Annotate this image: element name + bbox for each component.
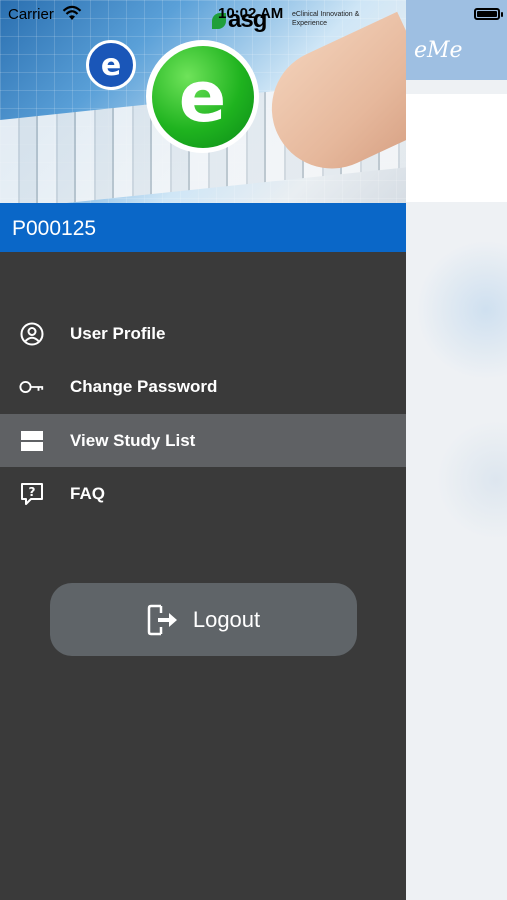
background-app-content[interactable]: eMe [406, 0, 507, 900]
status-carrier: Carrier [8, 6, 54, 23]
wifi-icon [62, 5, 82, 20]
faq-icon: ? [19, 481, 45, 507]
svg-text:?: ? [29, 485, 36, 499]
battery-icon [474, 8, 503, 20]
logout-button[interactable]: Logout [50, 583, 357, 656]
background-decoration [436, 420, 507, 540]
background-decoration [416, 240, 507, 380]
app-content-panel [406, 94, 507, 202]
menu-item-label: FAQ [70, 483, 105, 503]
small-e-logo-icon: e [86, 40, 136, 90]
logout-label: Logout [192, 606, 261, 632]
menu-item-user-profile[interactable]: User Profile [0, 307, 406, 360]
app-logo: eMe [414, 38, 463, 63]
participant-id: P000125 [12, 217, 97, 240]
key-icon [19, 374, 45, 400]
header-banner: Carrier asg 10:02 AM eClinical Innovatio… [0, 0, 406, 203]
menu-item-label: View Study List [70, 430, 196, 450]
side-drawer: Carrier asg 10:02 AM eClinical Innovatio… [0, 0, 406, 900]
app-nav-bar: eMe [406, 0, 507, 80]
participant-bar: P000125 [0, 203, 406, 252]
user-profile-icon [19, 321, 45, 347]
menu-item-label: User Profile [70, 323, 166, 343]
study-list-icon [19, 428, 45, 454]
status-time: 10:02 AM [218, 5, 284, 22]
asg-tagline: eClinical Innovation & Experience [292, 11, 360, 27]
menu-item-faq[interactable]: ? FAQ [0, 467, 406, 520]
big-e-logo-icon: e [146, 40, 259, 153]
menu-item-change-password[interactable]: Change Password [0, 360, 406, 413]
logout-icon [147, 604, 177, 635]
menu-item-view-study-list[interactable]: View Study List [0, 414, 406, 467]
menu-item-label: Change Password [70, 376, 218, 396]
